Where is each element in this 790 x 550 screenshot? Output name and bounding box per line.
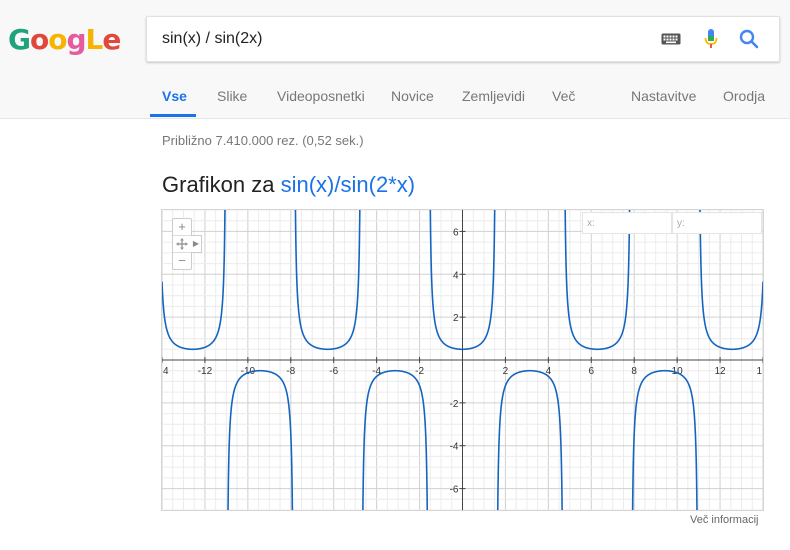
active-tab-indicator: [150, 114, 196, 117]
logo-letter: o: [29, 23, 49, 56]
tab-settings[interactable]: Nastavitve: [631, 88, 696, 104]
x-coordinate-box: x:: [582, 212, 672, 234]
search-box: [146, 16, 780, 62]
x-tick-label: 12: [715, 366, 727, 377]
keyboard-icon[interactable]: [659, 27, 683, 51]
logo-letter: o: [48, 23, 67, 56]
y-tick-label: -4: [450, 442, 459, 453]
y-tick-label: -2: [450, 399, 459, 410]
x-tick-label: -2: [415, 366, 424, 377]
microphone-icon[interactable]: [699, 27, 723, 51]
x-tick-label: 6: [589, 366, 595, 377]
search-input[interactable]: [162, 27, 642, 51]
header: GoogLe sin(x) / sin(2x) Vse Slike Videop…: [0, 0, 790, 119]
more-info-link[interactable]: Več informacij: [690, 514, 758, 526]
tab-news[interactable]: Novice: [391, 88, 434, 104]
result-stats: Približno 7.410.000 rez. (0,52 sek.): [162, 133, 364, 148]
logo-letter: G: [8, 23, 31, 56]
tab-images[interactable]: Slike: [217, 88, 247, 104]
tab-tools[interactable]: Orodja: [723, 88, 765, 104]
y-coordinate-label: y:: [677, 218, 685, 229]
zoom-controls: + −: [172, 218, 192, 270]
y-tick-label: -6: [450, 485, 459, 496]
logo-letter: e: [102, 23, 121, 56]
x-tick-label: 1: [756, 366, 762, 377]
y-coordinate-box: y:: [672, 212, 762, 234]
zoom-out-button[interactable]: −: [173, 253, 191, 269]
logo-letter: g: [66, 23, 86, 56]
tab-maps[interactable]: Zemljevidi: [462, 88, 525, 104]
zoom-in-button[interactable]: +: [173, 219, 191, 235]
google-logo[interactable]: GoogLe: [8, 20, 121, 60]
tab-more[interactable]: Več: [552, 88, 575, 104]
search-icon[interactable]: [737, 27, 761, 51]
tab-all[interactable]: Vse: [162, 88, 187, 104]
search-tabs: Vse Slike Videoposnetki Novice Zemljevid…: [0, 80, 790, 118]
x-tick-label: 4: [163, 366, 169, 377]
x-tick-label: -12: [198, 366, 213, 377]
y-tick-label: 4: [453, 270, 459, 281]
graph-widget[interactable]: 4 -12 -10 -8 -6 -4 -2 2 4 6 8 10 12 1 -6 -4 -2 2 4 6 x: y: …: [161, 209, 764, 511]
logo-letter: L: [85, 23, 104, 56]
x-tick-label: 2: [503, 366, 509, 377]
x-tick-label: -6: [329, 366, 338, 377]
tab-videos[interactable]: Videoposnetki: [277, 88, 365, 104]
move-icon: [176, 238, 188, 250]
y-tick-label: 2: [453, 313, 459, 324]
function-plot[interactable]: 4 -12 -10 -8 -6 -4 -2 2 4 6 8 10 12 1-6-4-2246: [162, 210, 763, 510]
x-tick-label: 8: [631, 366, 637, 377]
graph-title: Grafikon za sin(x)/sin(2*x): [162, 172, 415, 198]
x-tick-label: -8: [286, 366, 295, 377]
graph-function-link[interactable]: sin(x)/sin(2*x): [281, 172, 415, 197]
graph-title-prefix: Grafikon za: [162, 172, 281, 197]
pan-right-arrow-icon[interactable]: ▶: [191, 235, 202, 253]
y-tick-label: 6: [453, 227, 459, 238]
x-coordinate-label: x:: [587, 218, 595, 229]
pan-button[interactable]: [173, 235, 191, 253]
